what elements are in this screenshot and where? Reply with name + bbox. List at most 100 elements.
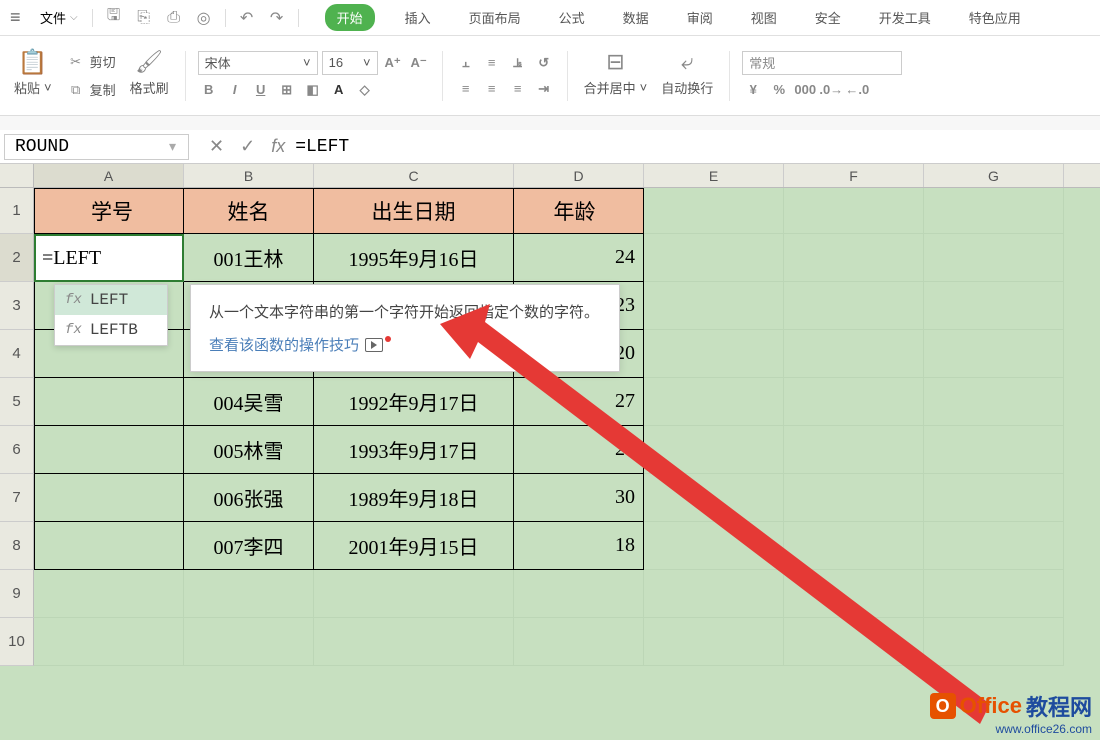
col-header-b[interactable]: B <box>184 164 314 187</box>
save-icon[interactable]: 🖫 <box>101 5 127 31</box>
watermark: O Office教程网 www.office26.com <box>930 690 1092 736</box>
select-all-corner[interactable] <box>0 164 34 187</box>
tooltip-description: 从一个文本字符串的第一个字符开始返回指定个数的字符。 <box>209 301 601 322</box>
print-icon[interactable]: ⎙ <box>161 5 187 31</box>
tab-special[interactable]: 特色应用 <box>961 4 1029 31</box>
number-format-select[interactable]: 常规 <box>742 51 902 75</box>
increase-font-icon[interactable]: A⁺ <box>382 52 404 74</box>
row-header-9[interactable]: 9 <box>0 570 34 618</box>
col-header-d[interactable]: D <box>514 164 644 187</box>
cell-c2[interactable]: 1995年9月16日 <box>314 234 514 282</box>
indent-icon[interactable]: ⇥ <box>533 78 555 100</box>
increase-decimal-icon[interactable]: .0→ <box>820 79 842 101</box>
export-icon[interactable]: ⎘ <box>131 5 157 31</box>
paste-button[interactable]: 粘贴˅ <box>10 76 56 99</box>
tab-review[interactable]: 审阅 <box>679 4 721 31</box>
format-painter-button[interactable]: 格式刷 <box>126 76 173 99</box>
table-row: 10 <box>0 618 1100 666</box>
row-header-8[interactable]: 8 <box>0 522 34 570</box>
percent-icon[interactable]: % <box>768 79 790 101</box>
decrease-decimal-icon[interactable]: ←.0 <box>846 79 868 101</box>
preview-icon[interactable]: ◎ <box>191 5 217 31</box>
fill-color-button[interactable]: ◧ <box>302 79 324 101</box>
cell-a1[interactable]: 学号 <box>34 188 184 234</box>
align-right-icon[interactable]: ≡ <box>507 78 529 100</box>
tab-view[interactable]: 视图 <box>743 4 785 31</box>
office-logo-icon: O <box>930 693 956 719</box>
row-header-10[interactable]: 10 <box>0 618 34 666</box>
align-left-icon[interactable]: ≡ <box>455 78 477 100</box>
cancel-formula-icon[interactable]: ✕ <box>209 136 224 157</box>
cut-button[interactable]: ✂剪切 <box>62 50 120 74</box>
menu-bar: ≡ 文件⌵ 🖫 ⎘ ⎙ ◎ ↶ ↷ 开始 插入 页面布局 公式 数据 审阅 视图… <box>0 0 1100 36</box>
tab-home[interactable]: 开始 <box>325 4 375 31</box>
cell-c1[interactable]: 出生日期 <box>314 188 514 234</box>
col-header-f[interactable]: F <box>784 164 924 187</box>
cell-b1[interactable]: 姓名 <box>184 188 314 234</box>
autocomplete-item[interactable]: fx LEFT <box>55 285 167 315</box>
borders-button[interactable]: ⊞ <box>276 79 298 101</box>
currency-icon[interactable]: ¥ <box>742 79 764 101</box>
paste-icon[interactable]: 📋 <box>23 52 43 72</box>
align-top-icon[interactable]: ⫠ <box>455 52 477 74</box>
col-header-a[interactable]: A <box>34 164 184 187</box>
column-headers: A B C D E F G <box>0 164 1100 188</box>
merge-icon[interactable]: ⊟ <box>605 52 625 72</box>
row-header-1[interactable]: 1 <box>0 188 34 234</box>
italic-button[interactable]: I <box>224 79 246 101</box>
table-row: 2 =LEFT 001王林 1995年9月16日 24 <box>0 234 1100 282</box>
clear-format-button[interactable]: ◇ <box>354 79 376 101</box>
spreadsheet-grid: A B C D E F G 1 学号 姓名 出生日期 年龄 2 =LEFT 00… <box>0 164 1100 740</box>
redo-icon[interactable]: ↷ <box>264 5 290 31</box>
wrap-button[interactable]: 自动换行 <box>657 76 717 99</box>
orientation-icon[interactable]: ↺ <box>533 52 555 74</box>
col-header-g[interactable]: G <box>924 164 1064 187</box>
autocomplete-item[interactable]: fx LEFTB <box>55 315 167 345</box>
bold-button[interactable]: B <box>198 79 220 101</box>
play-icon <box>365 338 383 352</box>
cell-d1[interactable]: 年龄 <box>514 188 644 234</box>
align-center-icon[interactable]: ≡ <box>481 78 503 100</box>
font-color-button[interactable]: A <box>328 79 350 101</box>
ribbon-tabs: 开始 插入 页面布局 公式 数据 审阅 视图 安全 开发工具 特色应用 <box>325 4 1029 31</box>
confirm-formula-icon[interactable]: ✓ <box>240 136 255 157</box>
row-header-4[interactable]: 4 <box>0 330 34 378</box>
hamburger-icon[interactable]: ≡ <box>10 7 30 28</box>
decrease-font-icon[interactable]: A⁻ <box>408 52 430 74</box>
file-menu[interactable]: 文件⌵ <box>34 6 84 29</box>
table-row: 7 006张强 1989年9月18日 30 <box>0 474 1100 522</box>
formula-input[interactable]: =LEFT <box>285 137 1100 157</box>
merge-button[interactable]: 合并居中˅ <box>580 76 652 99</box>
tab-formula[interactable]: 公式 <box>551 4 593 31</box>
fx-icon: fx <box>65 322 82 338</box>
align-middle-icon[interactable]: ≡ <box>481 52 503 74</box>
tab-insert[interactable]: 插入 <box>397 4 439 31</box>
row-header-5[interactable]: 5 <box>0 378 34 426</box>
copy-button[interactable]: ⧉复制 <box>62 78 120 102</box>
tab-data[interactable]: 数据 <box>615 4 657 31</box>
tab-security[interactable]: 安全 <box>807 4 849 31</box>
col-header-e[interactable]: E <box>644 164 784 187</box>
row-header-6[interactable]: 6 <box>0 426 34 474</box>
wrap-icon[interactable]: ⤶ <box>677 52 697 72</box>
row-header-7[interactable]: 7 <box>0 474 34 522</box>
row-header-2[interactable]: 2 <box>0 234 34 282</box>
font-name-select[interactable]: 宋体˅ <box>198 51 318 75</box>
cell-d2[interactable]: 24 <box>514 234 644 282</box>
fx-icon[interactable]: fx <box>271 136 285 157</box>
tab-devtools[interactable]: 开发工具 <box>871 4 939 31</box>
font-size-select[interactable]: 16˅ <box>322 51 378 75</box>
cell-a2-active[interactable]: =LEFT <box>34 234 184 282</box>
tooltip-help-link[interactable]: 查看该函数的操作技巧 <box>209 334 601 355</box>
underline-button[interactable]: U <box>250 79 272 101</box>
name-box[interactable]: ROUND▾ <box>4 134 189 160</box>
row-header-3[interactable]: 3 <box>0 282 34 330</box>
format-painter-icon[interactable]: 🖌 <box>139 52 159 72</box>
col-header-c[interactable]: C <box>314 164 514 187</box>
comma-icon[interactable]: 000 <box>794 79 816 101</box>
undo-icon[interactable]: ↶ <box>234 5 260 31</box>
fx-icon: fx <box>65 292 82 308</box>
align-bottom-icon[interactable]: ⫡ <box>507 52 529 74</box>
tab-layout[interactable]: 页面布局 <box>461 4 529 31</box>
cell-b2[interactable]: 001王林 <box>184 234 314 282</box>
